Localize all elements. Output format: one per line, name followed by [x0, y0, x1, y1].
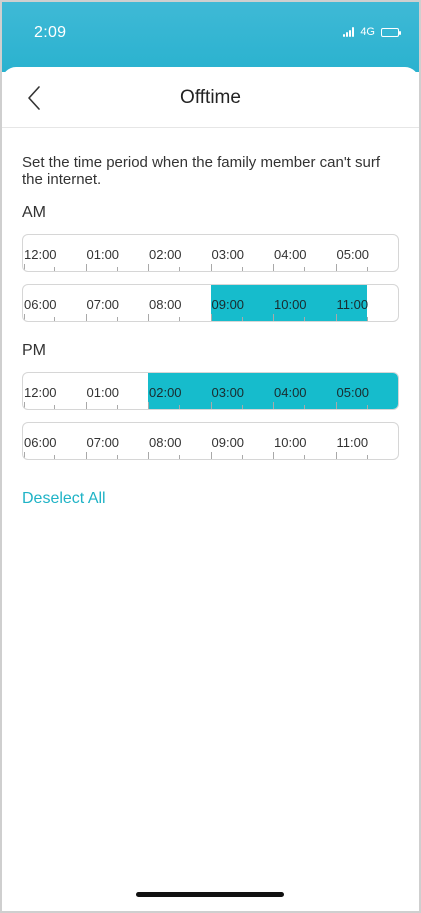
- description-text: Set the time period when the family memb…: [22, 154, 381, 188]
- home-indicator: [136, 892, 284, 897]
- time-label: 03:00: [211, 385, 245, 400]
- timeline-pm-1[interactable]: 12:00 01:00 02:00 03:00 04:00 05:00: [22, 372, 399, 410]
- timeline-tick: [210, 452, 212, 459]
- timeline-tick: [366, 405, 368, 409]
- timeline-am-2[interactable]: 06:00 07:00 08:00 09:00 10:00 11:00: [22, 284, 399, 322]
- timeline-tick: [148, 452, 149, 459]
- time-label: 05:00: [336, 247, 370, 262]
- timeline-tick: [398, 314, 399, 321]
- status-indicators: 4G: [343, 26, 401, 38]
- timeline-tick: [273, 402, 274, 409]
- time-label: 12:00: [24, 385, 57, 400]
- timeline-tick: [241, 455, 243, 459]
- timeline-tick: [85, 452, 87, 459]
- timeline-tick: [54, 317, 56, 321]
- am-label: AM: [22, 204, 46, 221]
- pm-label: PM: [22, 342, 46, 359]
- timeline-pm-2[interactable]: 06:00 07:00 08:00 09:00 10:00 11:00: [22, 422, 399, 460]
- content: Set the time period when the family memb…: [2, 128, 419, 508]
- timeline-tick: [54, 405, 56, 409]
- timeline-tick: [304, 455, 306, 459]
- time-label: 07:00: [86, 435, 120, 450]
- timeline-tick: [273, 452, 274, 459]
- timeline-tick: [210, 264, 212, 271]
- time-label: 04:00: [274, 385, 307, 400]
- timeline-tick: [304, 267, 306, 271]
- time-label: 08:00: [149, 435, 182, 450]
- network-type: 4G: [360, 26, 375, 38]
- timeline-tick: [85, 314, 87, 321]
- timeline-tick: [273, 264, 274, 271]
- timeline-tick: [241, 317, 243, 321]
- timeline-tick: [210, 314, 212, 321]
- battery-icon: [381, 27, 401, 37]
- time-label: 02:00: [149, 247, 182, 262]
- time-label: 02:00: [149, 385, 182, 400]
- timeline-tick: [335, 264, 337, 271]
- timeline-am-1[interactable]: 12:00 01:00 02:00 03:00 04:00 05:00: [22, 234, 399, 272]
- timeline-tick: [24, 452, 25, 459]
- deselect-all-button[interactable]: Deselect All: [22, 490, 106, 508]
- timeline-tick: [148, 402, 149, 409]
- timeline-tick: [24, 264, 25, 271]
- time-label: 03:00: [211, 247, 245, 262]
- timeline-tick: [179, 405, 181, 409]
- timeline-tick: [179, 267, 181, 271]
- timeline-tick: [179, 455, 181, 459]
- time-label: 08:00: [149, 297, 182, 312]
- timeline-tick: [335, 402, 337, 409]
- timeline-tick: [148, 314, 149, 321]
- timeline-tick: [273, 314, 274, 321]
- time-label: 09:00: [211, 297, 245, 312]
- timeline-tick: [398, 264, 399, 271]
- signal-icon: [343, 27, 355, 37]
- timeline-tick: [116, 405, 118, 409]
- time-label: 07:00: [86, 297, 120, 312]
- time-label: 09:00: [211, 435, 245, 450]
- timeline-tick: [116, 455, 118, 459]
- timeline-tick: [116, 317, 118, 321]
- timeline-tick: [366, 455, 368, 459]
- timeline-tick: [85, 402, 87, 409]
- page-title: Offtime: [180, 87, 241, 108]
- timeline-tick: [241, 267, 243, 271]
- time-label: 04:00: [274, 247, 307, 262]
- timeline-tick: [241, 405, 243, 409]
- timeline-tick: [398, 402, 399, 409]
- time-label: 06:00: [24, 435, 57, 450]
- phone-screen: 2:09 4G Offtime Set the time period when…: [0, 0, 421, 913]
- timeline-tick: [366, 267, 368, 271]
- offtime-sheet: Offtime Set the time period when the fam…: [2, 67, 419, 911]
- time-label: 10:00: [274, 435, 307, 450]
- status-bar: 2:09 4G: [2, 2, 419, 72]
- time-label: 06:00: [24, 297, 57, 312]
- timeline-tick: [335, 452, 337, 459]
- time-label: 01:00: [86, 247, 120, 262]
- time-label: 11:00: [336, 297, 369, 312]
- timeline-tick: [366, 317, 368, 321]
- time-label: 11:00: [336, 435, 369, 450]
- status-time: 2:09: [34, 24, 67, 41]
- timeline-tick: [85, 264, 87, 271]
- timeline-tick: [54, 455, 56, 459]
- timeline-tick: [335, 314, 337, 321]
- time-label: 10:00: [274, 297, 307, 312]
- timeline-tick: [210, 402, 212, 409]
- time-label: 01:00: [86, 385, 120, 400]
- timeline-tick: [304, 405, 306, 409]
- timeline-tick: [116, 267, 118, 271]
- timeline-tick: [179, 317, 181, 321]
- timeline-tick: [304, 317, 306, 321]
- time-label: 12:00: [24, 247, 57, 262]
- time-label: 05:00: [336, 385, 370, 400]
- nav-bar: Offtime: [2, 67, 419, 128]
- timeline-tick: [24, 402, 25, 409]
- timeline-tick: [24, 314, 25, 321]
- timeline-tick: [398, 452, 399, 459]
- timeline-tick: [148, 264, 149, 271]
- timeline-tick: [54, 267, 56, 271]
